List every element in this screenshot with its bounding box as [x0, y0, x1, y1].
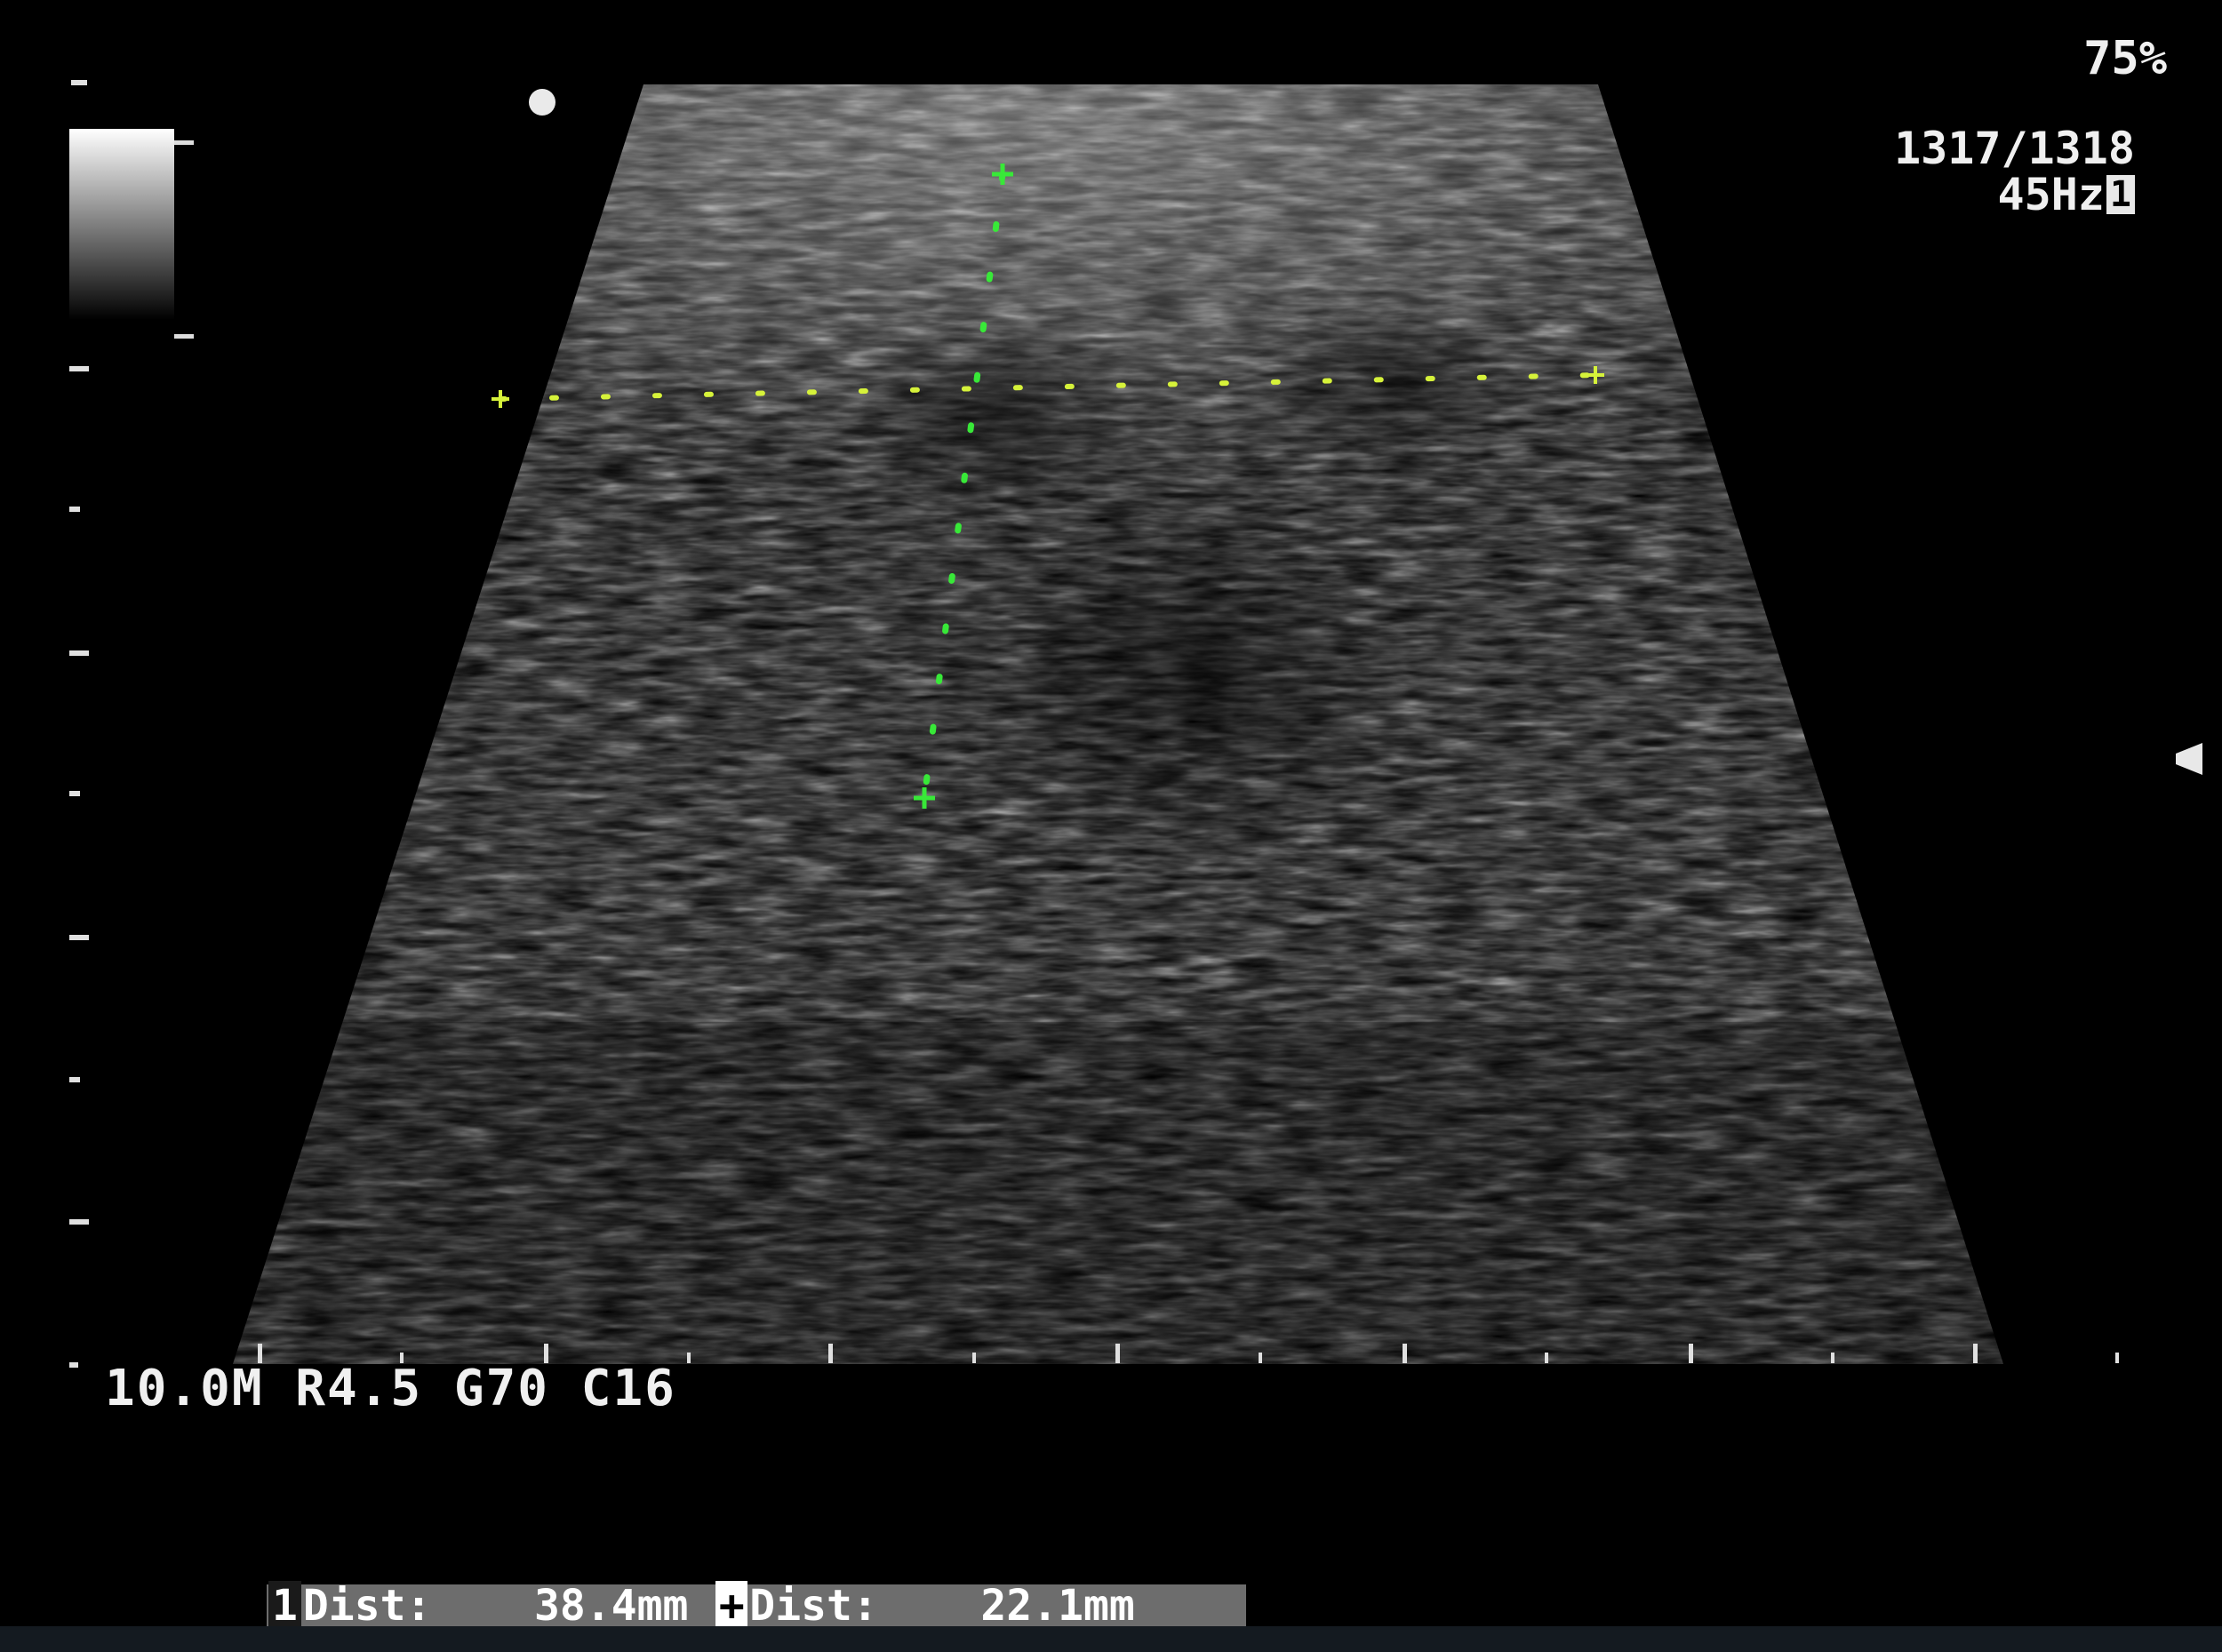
focus-dot-icon: [529, 89, 556, 116]
bottom-strip: [0, 1626, 2222, 1652]
measurement-1-value: 38.4mm: [534, 1581, 689, 1631]
zoom-level: 75%: [2083, 32, 2167, 85]
imaging-parameters: 10.0M R4.5 G70 C16: [105, 1360, 676, 1417]
frame-rate-value: 45Hz: [1997, 169, 2105, 220]
frame-rate-badge: 1: [2106, 175, 2135, 214]
measurement-1-label: Dist:: [302, 1581, 432, 1631]
measurement-2-value: 22.1mm: [980, 1581, 1135, 1631]
measurement-bar: 1 Dist: 38.4mm + Dist: 22.1mm: [267, 1581, 1246, 1631]
measurement-2-label: Dist:: [749, 1581, 878, 1631]
frame-counter: 1317/1318: [1894, 123, 2135, 174]
measurement-1-marker: 1: [268, 1581, 301, 1631]
frame-rate: 45Hz 1: [1997, 169, 2135, 220]
measurement-2-marker: +: [715, 1581, 748, 1631]
